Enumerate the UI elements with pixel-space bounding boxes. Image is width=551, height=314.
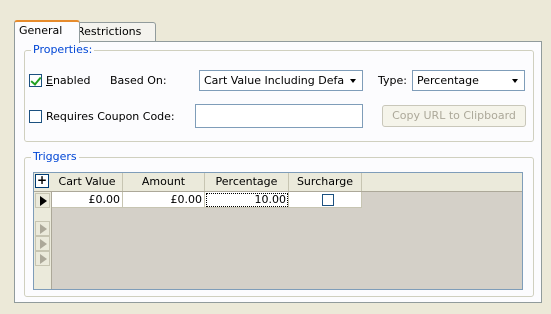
triangle-right-icon xyxy=(40,239,47,249)
properties-legend: Properties: xyxy=(31,43,95,56)
type-combo[interactable]: Percentage xyxy=(412,70,525,91)
triggers-grid[interactable]: + Cart Value Amount Percentage Surcharge… xyxy=(33,172,523,290)
based-on-value: Cart Value Including Defau xyxy=(204,74,344,87)
coupon-code-input[interactable] xyxy=(195,104,363,128)
surcharge-checkbox[interactable] xyxy=(322,194,334,206)
enabled-checkbox[interactable] xyxy=(29,74,42,87)
type-label: Type: xyxy=(378,74,407,87)
enabled-label[interactable]: Enabled xyxy=(46,74,90,87)
plus-icon[interactable]: + xyxy=(35,174,49,188)
properties-group: Properties: Enabled Based On: Cart Value… xyxy=(24,43,534,142)
tab-general[interactable]: General xyxy=(14,20,80,43)
cell-cart-value[interactable]: £0.00 xyxy=(52,192,123,208)
triangle-right-icon xyxy=(40,224,47,234)
chevron-down-icon[interactable] xyxy=(345,72,361,89)
requires-coupon-checkbox[interactable] xyxy=(29,110,42,123)
based-on-combo[interactable]: Cart Value Including Defau xyxy=(199,70,363,91)
triggers-group: Triggers + Cart Value Amount Percentage … xyxy=(24,150,534,297)
cell-percentage[interactable]: 10.00 xyxy=(205,192,289,208)
column-header-percentage[interactable]: Percentage xyxy=(205,173,289,191)
type-value: Percentage xyxy=(417,74,479,87)
based-on-label: Based On: xyxy=(110,74,167,87)
grid-empty-area xyxy=(52,208,522,289)
row-selector[interactable] xyxy=(35,236,50,251)
grid-header: + Cart Value Amount Percentage Surcharge xyxy=(34,173,522,192)
table-row[interactable]: £0.00 £0.00 10.00 xyxy=(52,192,362,208)
column-header-amount[interactable]: Amount xyxy=(123,173,205,191)
enabled-label-text: nabled xyxy=(52,74,91,87)
column-header-surcharge[interactable]: Surcharge xyxy=(289,173,362,191)
row-selector[interactable] xyxy=(35,221,50,236)
row-selector-current[interactable] xyxy=(35,193,50,208)
chevron-down-icon[interactable] xyxy=(507,72,523,89)
requires-coupon-label[interactable]: Requires Coupon Code: xyxy=(46,110,175,123)
tab-panel-general: Properties: Enabled Based On: Cart Value… xyxy=(14,41,542,303)
cell-surcharge[interactable] xyxy=(289,192,362,208)
triggers-legend: Triggers xyxy=(31,150,79,163)
cell-amount[interactable]: £0.00 xyxy=(123,192,205,208)
column-header-cart-value[interactable]: Cart Value xyxy=(52,173,123,191)
copy-url-button[interactable]: Copy URL to Clipboard xyxy=(382,105,526,127)
triangle-right-icon xyxy=(40,196,47,206)
row-header-column xyxy=(34,192,52,289)
row-selector[interactable] xyxy=(35,251,50,266)
tab-restrictions[interactable]: Restrictions xyxy=(72,22,156,41)
triangle-right-icon xyxy=(40,254,47,264)
